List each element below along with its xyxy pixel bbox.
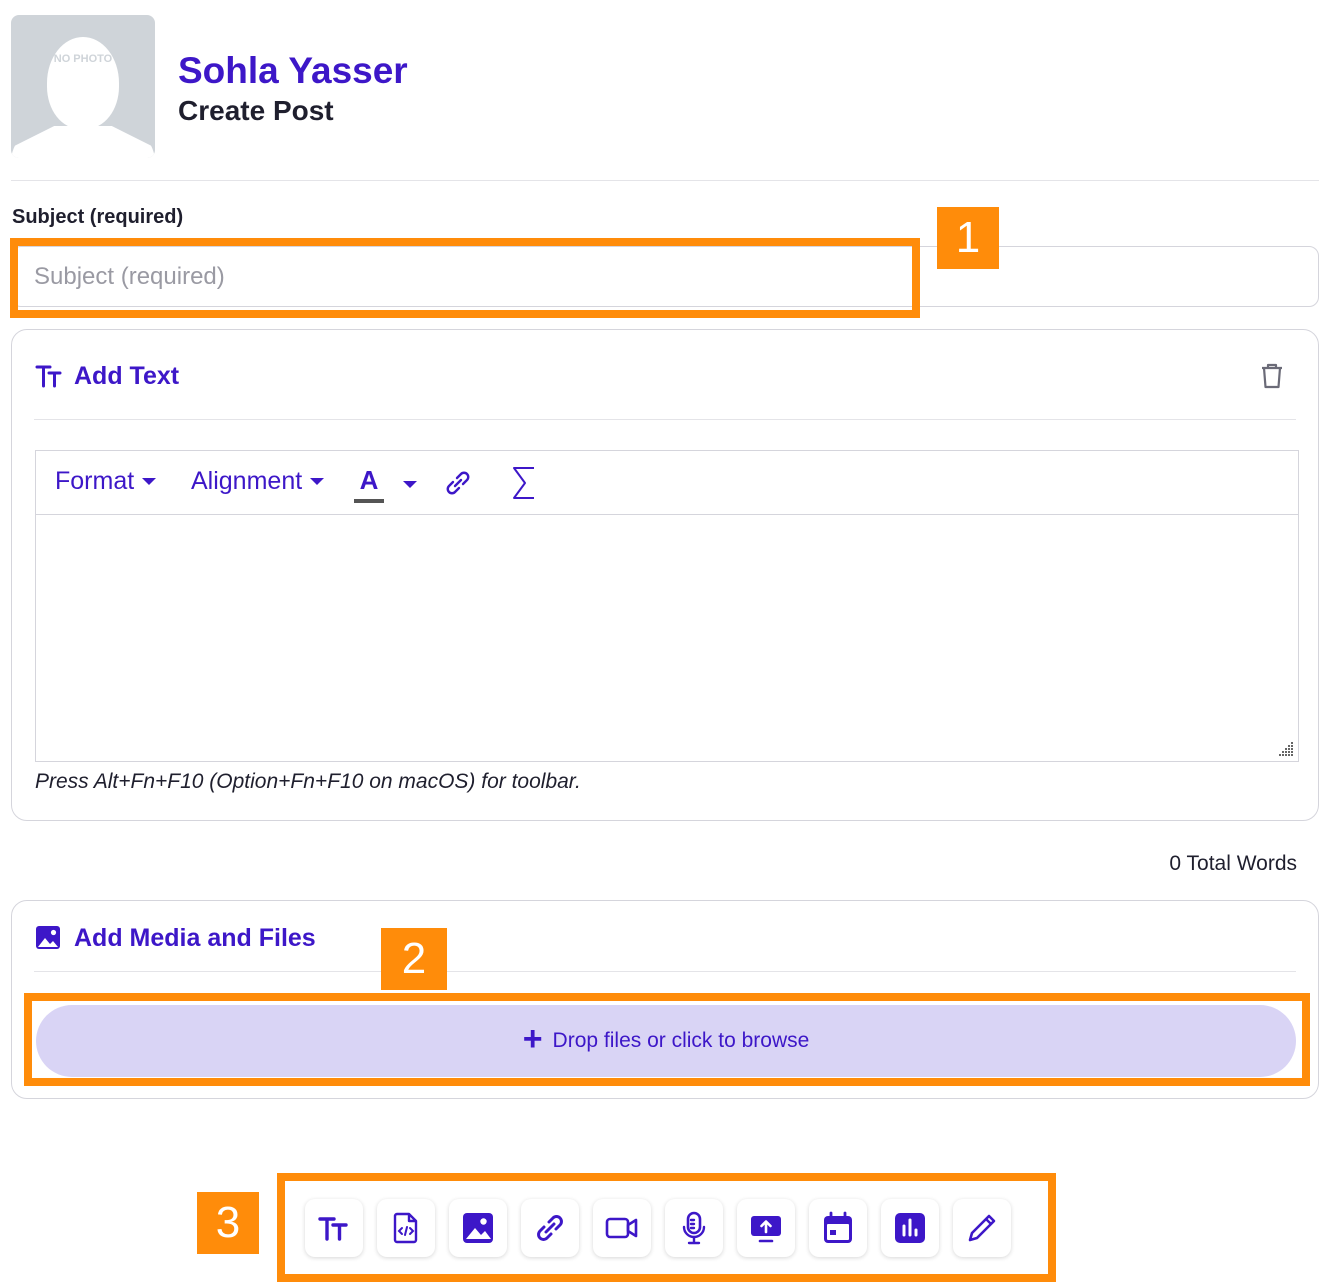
add-text-title: Add Text [74, 362, 180, 390]
chevron-down-icon [142, 478, 157, 485]
add-image-button[interactable] [449, 1199, 507, 1257]
font-color-letter: A [359, 465, 379, 495]
toolbar-shortcut-hint: Press Alt+Fn+F10 (Option+Fn+F10 on macOS… [35, 770, 581, 793]
font-color-swatch [354, 499, 384, 503]
resize-handle-icon[interactable] [1278, 741, 1294, 757]
screen-share-icon [751, 1216, 781, 1243]
plus-icon: + [522, 1020, 543, 1058]
dropzone-label: Drop files or click to browse [552, 1029, 810, 1052]
add-audio-button[interactable] [665, 1199, 723, 1257]
link-icon[interactable] [442, 467, 474, 499]
add-media-title: Add Media and Files [74, 924, 316, 952]
poll-chart-icon [895, 1213, 925, 1243]
add-presentation-button[interactable] [737, 1199, 795, 1257]
file-dropzone[interactable]: + Drop files or click to browse [36, 1005, 1296, 1077]
avatar-shoulders [11, 126, 155, 158]
avatar-head [47, 37, 119, 129]
page-title: Create Post [178, 95, 334, 126]
alignment-label: Alignment [191, 467, 303, 495]
add-drawing-button[interactable] [953, 1199, 1011, 1257]
calendar-icon [824, 1211, 852, 1243]
editor-content-area[interactable] [36, 515, 1298, 761]
add-text-card: Add Text Format Alignment A Press Alt+Fn… [11, 329, 1319, 821]
text-size-icon [318, 1217, 348, 1241]
editor-toolbar: Format Alignment A [36, 451, 1298, 515]
font-color-chevron-icon[interactable] [403, 481, 417, 488]
add-event-button[interactable] [809, 1199, 867, 1257]
microphone-icon [682, 1211, 706, 1245]
sigma-icon[interactable] [510, 465, 538, 501]
user-name[interactable]: Sohla Yasser [178, 50, 408, 92]
image-icon [463, 1213, 493, 1243]
add-video-button[interactable] [593, 1199, 651, 1257]
avatar: NO PHOTO [11, 15, 155, 158]
video-icon [605, 1217, 638, 1239]
link-icon [537, 1215, 563, 1241]
media-card-divider [34, 971, 1296, 972]
font-color-button[interactable]: A [354, 465, 384, 505]
add-media-card: Add Media and Files + Drop files or clic… [11, 900, 1319, 1099]
format-dropdown[interactable]: Format [55, 467, 157, 496]
add-block-toolbar [305, 1199, 1011, 1257]
add-embed-code-button[interactable] [377, 1199, 435, 1257]
format-label: Format [55, 467, 135, 495]
annotation-label-3: 3 [197, 1192, 259, 1254]
add-poll-button[interactable] [881, 1199, 939, 1257]
add-link-button[interactable] [521, 1199, 579, 1257]
chevron-down-icon [310, 478, 325, 485]
text-size-icon [35, 365, 62, 388]
subject-label: Subject (required) [12, 206, 184, 228]
code-file-icon [393, 1212, 418, 1244]
add-text-block-button[interactable] [305, 1199, 363, 1257]
avatar-placeholder-text: NO PHOTO [53, 53, 113, 65]
image-icon [36, 926, 60, 949]
subject-input[interactable] [11, 246, 1319, 307]
word-count: 0 Total Words [1169, 852, 1297, 875]
text-card-divider [34, 419, 1296, 420]
alignment-dropdown[interactable]: Alignment [191, 467, 325, 496]
trash-icon[interactable] [1259, 362, 1285, 390]
rich-text-editor: Format Alignment A [35, 450, 1299, 762]
header-divider [11, 180, 1319, 181]
pencil-icon [968, 1214, 996, 1242]
